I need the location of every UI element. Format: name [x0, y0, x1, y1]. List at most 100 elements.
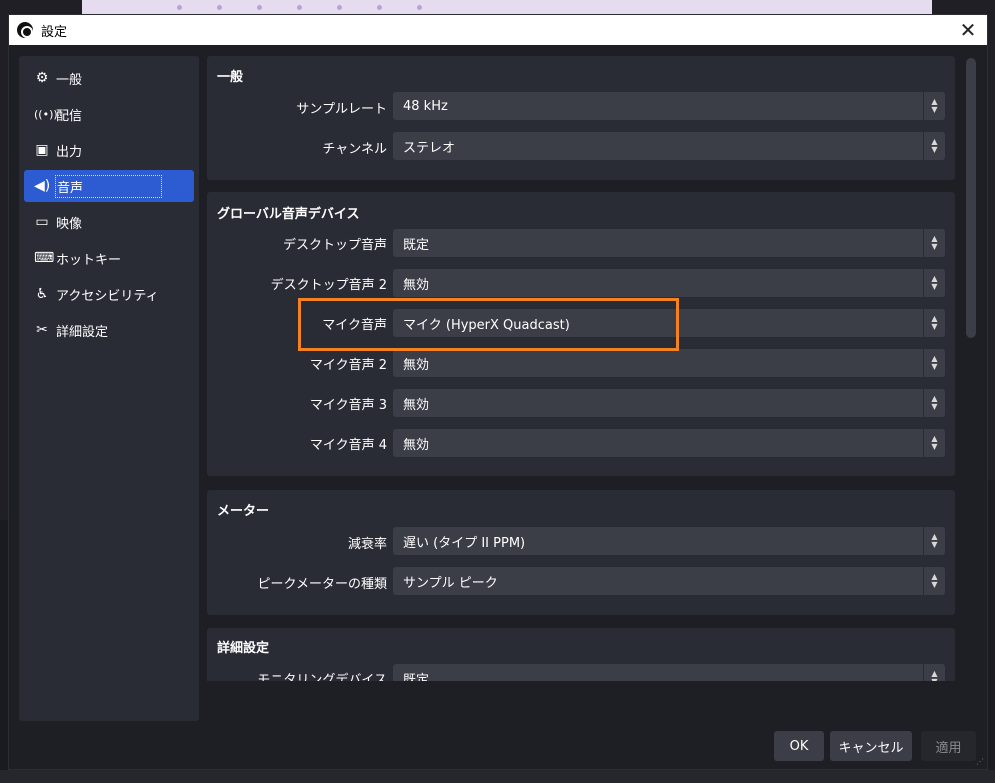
sidebar-item-label: 出力	[56, 144, 83, 160]
decorative-dot	[417, 5, 422, 10]
spin-arrows-icon: ▲▼	[923, 349, 945, 377]
accessibility-icon: ♿	[35, 286, 49, 302]
general-group: 一般 サンプルレート 48 kHz ▲ ▼ チャンネル ステレオ ▲ ▼	[207, 56, 955, 180]
select-value: ステレオ	[403, 140, 456, 156]
group-title: 一般	[217, 70, 244, 85]
select-value: 無効	[403, 437, 430, 453]
monitor-icon: ▭	[35, 214, 49, 230]
scrollbar-thumb[interactable]	[966, 58, 976, 338]
audio-settings-panel: 一般 サンプルレート 48 kHz ▲ ▼ チャンネル ステレオ ▲ ▼ グローバル…	[207, 56, 955, 681]
sidebar-item-label: 音声	[54, 174, 163, 198]
mic-audio-4-select[interactable]: 無効 ▲ ▼	[393, 429, 945, 457]
sidebar-item-label: 映像	[56, 216, 83, 232]
gear-icon: ⚙	[35, 70, 49, 86]
spin-arrows-icon: ▲▼	[923, 567, 945, 595]
select-value: 無効	[403, 357, 430, 373]
sample-rate-label: サンプルレート	[296, 102, 387, 117]
select-value: 遅い (タイプ II PPM)	[403, 535, 526, 551]
global-audio-devices-group: グローバル音声デバイス デスクトップ音声 既定 ▲ ▼ デスクトップ音声 2 無効…	[207, 192, 955, 476]
decorative-dot	[257, 5, 262, 10]
spin-arrows-icon: ▲▼	[923, 527, 945, 555]
mic-audio-2-label: マイク音声 2	[309, 358, 387, 373]
sample-rate-select[interactable]: 48 kHz ▲ ▼	[393, 92, 945, 120]
background-preview-strip	[82, 0, 932, 14]
mic-audio-3-label: マイク音声 3	[309, 398, 387, 413]
select-value: 無効	[403, 277, 430, 293]
sidebar-item-label: 一般	[56, 72, 83, 88]
speaker-icon: ◀)	[34, 178, 51, 194]
resize-grip-icon[interactable]: ⋰	[976, 757, 984, 766]
mic-audio-3-select[interactable]: 無効 ▲ ▼	[393, 389, 945, 417]
channel-select[interactable]: ステレオ ▲ ▼	[393, 132, 945, 160]
advanced-group: 詳細設定 モニタリングデバイス 既定 ▲▼	[207, 628, 955, 681]
sidebar-item-accessibility[interactable]: ♿ アクセシビリティ	[24, 278, 194, 310]
tools-icon: ✂	[36, 322, 48, 338]
settings-dialog: 設定 ✕ ⚙ 一般 ((•)) 配信 ▣ 出力 ◀) 音声 ▭ 映像 ⌨ ホット…	[8, 14, 988, 770]
monitoring-device-select[interactable]: 既定 ▲▼	[393, 664, 945, 681]
decorative-dot	[177, 5, 182, 10]
cancel-button[interactable]: キャンセル	[830, 731, 912, 761]
obs-logo-icon	[17, 22, 33, 38]
spin-arrows-icon: ▲▼	[923, 309, 945, 337]
decorative-dot	[337, 5, 342, 10]
sidebar-item-label: アクセシビリティ	[56, 288, 159, 304]
spin-arrows-icon: ▲▼	[923, 389, 945, 417]
spin-arrows-icon: ▲▼	[923, 429, 945, 457]
close-button[interactable]: ✕	[953, 15, 983, 45]
sidebar-item-general[interactable]: ⚙ 一般	[24, 62, 194, 94]
sidebar-item-video[interactable]: ▭ 映像	[24, 206, 194, 238]
sidebar-item-audio[interactable]: ◀) 音声	[24, 170, 194, 202]
desktop-audio-2-label: デスクトップ音声 2	[270, 278, 387, 293]
decorative-dot	[297, 5, 302, 10]
group-title: 詳細設定	[217, 641, 270, 656]
settings-sidebar: ⚙ 一般 ((•)) 配信 ▣ 出力 ◀) 音声 ▭ 映像 ⌨ ホットキー ♿ …	[19, 56, 199, 721]
decay-rate-select[interactable]: 遅い (タイプ II PPM) ▲ ▼	[393, 527, 945, 555]
peak-meter-type-label: ピークメーターの種類	[257, 577, 387, 592]
group-title: グローバル音声デバイス	[217, 207, 360, 222]
spin-arrows-icon: ▲▼	[923, 132, 945, 160]
select-value: マイク (HyperX Quadcast)	[403, 317, 570, 333]
select-value: 既定	[403, 237, 430, 253]
select-value: 48 kHz	[403, 98, 448, 114]
channel-label: チャンネル	[322, 142, 387, 157]
spin-arrows-icon: ▲▼	[923, 269, 945, 297]
sidebar-item-label: ホットキー	[56, 252, 122, 268]
peak-meter-type-select[interactable]: サンプル ピーク ▲ ▼	[393, 567, 945, 595]
mic-audio-2-select[interactable]: 無効 ▲ ▼	[393, 349, 945, 377]
keyboard-icon: ⌨	[34, 250, 55, 266]
background-main-window-right	[988, 480, 995, 780]
sidebar-item-advanced[interactable]: ✂ 詳細設定	[24, 314, 194, 346]
ok-button[interactable]: OK	[774, 731, 824, 761]
decorative-dot	[377, 5, 382, 10]
apply-button[interactable]: 適用	[921, 731, 976, 761]
broadcast-icon: ((•))	[34, 107, 58, 121]
spin-arrows-icon: ▲▼	[923, 229, 945, 257]
sidebar-item-label: 詳細設定	[56, 324, 109, 340]
decay-rate-label: 減衰率	[347, 537, 387, 552]
sidebar-item-label: 配信	[56, 108, 83, 124]
desktop-audio-select[interactable]: 既定 ▲ ▼	[393, 229, 945, 257]
background-main-window	[0, 520, 8, 783]
desktop-audio-label: デスクトップ音声	[282, 238, 387, 253]
decorative-dot	[217, 5, 222, 10]
spin-arrows-icon: ▲▼	[923, 92, 945, 120]
mic-audio-select[interactable]: マイク (HyperX Quadcast) ▲ ▼	[393, 309, 945, 337]
sidebar-item-hotkeys[interactable]: ⌨ ホットキー	[24, 242, 194, 274]
output-icon: ▣	[35, 142, 49, 158]
sidebar-item-output[interactable]: ▣ 出力	[24, 134, 194, 166]
vertical-scrollbar[interactable]	[965, 58, 977, 678]
group-title: メーター	[217, 504, 270, 519]
mic-audio-label: マイク音声	[322, 318, 387, 333]
background-dock-strip	[0, 770, 995, 783]
mic-audio-4-label: マイク音声 4	[309, 438, 387, 453]
select-value: サンプル ピーク	[403, 575, 498, 591]
meters-group: メーター 減衰率 遅い (タイプ II PPM) ▲ ▼ ピークメーターの種類 サ…	[207, 490, 955, 615]
title-bar: 設定 ✕	[9, 15, 987, 45]
sidebar-item-stream[interactable]: ((•)) 配信	[24, 98, 194, 130]
window-title: 設定	[41, 24, 68, 40]
select-value: 既定	[403, 672, 430, 682]
select-value: 無効	[403, 397, 430, 413]
desktop-audio-2-select[interactable]: 無効 ▲ ▼	[393, 269, 945, 297]
monitoring-device-label: モニタリングデバイス	[257, 673, 387, 681]
spin-arrows-icon: ▲▼	[923, 664, 945, 681]
